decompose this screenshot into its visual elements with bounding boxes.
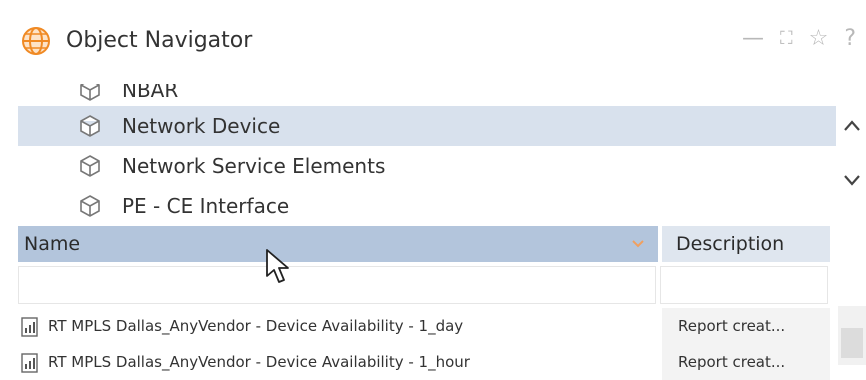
minimize-icon[interactable]: —: [742, 24, 764, 54]
sort-chevron-down-icon[interactable]: [630, 236, 646, 252]
name-cell: RT MPLS Dallas_AnyVendor - Device Availa…: [18, 308, 658, 344]
row-description: Report creat...: [678, 353, 786, 371]
tree-item-network-service-elements[interactable]: Network Service Elements: [18, 146, 836, 186]
scroll-up-chevron-icon[interactable]: [838, 108, 866, 144]
row-name: RT MPLS Dallas_AnyVendor - Device Availa…: [48, 317, 464, 335]
description-filter-input[interactable]: [660, 266, 828, 304]
row-name: RT MPLS Dallas_AnyVendor - Device Availa…: [48, 353, 470, 371]
table-row[interactable]: RT MPLS Dallas_AnyVendor - Device Availa…: [18, 308, 830, 344]
column-header-name[interactable]: Name: [18, 226, 658, 262]
window-header: Object Navigator — ⛶ ☆ ?: [0, 0, 866, 84]
cube-icon: [80, 84, 100, 101]
report-icon: [21, 353, 38, 373]
grid-scrollbar-thumb[interactable]: [841, 328, 863, 358]
window-controls: — ⛶ ☆ ?: [742, 24, 866, 54]
tree-item-pe-ce-interface[interactable]: PE - CE Interface: [18, 186, 836, 222]
column-header-description[interactable]: Description: [662, 226, 830, 262]
favorite-star-icon[interactable]: ☆: [809, 24, 829, 54]
object-tree-list[interactable]: NBAR Network Device Network Service Elem…: [18, 84, 836, 222]
cube-icon: [80, 195, 100, 217]
description-cell: Report creat...: [662, 308, 830, 344]
column-header-label: Name: [24, 233, 81, 255]
tree-item-network-device[interactable]: Network Device: [18, 106, 836, 146]
window-title: Object Navigator: [66, 28, 253, 53]
tree-item-label: PE - CE Interface: [122, 194, 290, 218]
scroll-down-chevron-icon[interactable]: [838, 162, 866, 198]
name-cell: RT MPLS Dallas_AnyVendor - Device Availa…: [18, 344, 658, 380]
description-cell: Report creat...: [662, 344, 830, 380]
grid-header: Name Description: [18, 226, 830, 262]
table-row[interactable]: RT MPLS Dallas_AnyVendor - Device Availa…: [18, 344, 830, 380]
globe-icon: [22, 27, 50, 55]
row-description: Report creat...: [678, 317, 786, 335]
name-filter-input[interactable]: [18, 266, 656, 304]
help-icon[interactable]: ?: [844, 24, 856, 54]
report-icon: [21, 317, 38, 337]
maximize-icon[interactable]: ⛶: [780, 24, 793, 54]
cube-icon: [80, 155, 100, 177]
tree-item-label: Network Device: [122, 114, 281, 138]
tree-item-label: Network Service Elements: [122, 154, 386, 178]
mouse-pointer-icon: [266, 249, 289, 283]
cube-icon: [80, 115, 100, 137]
column-header-label: Description: [676, 233, 785, 255]
